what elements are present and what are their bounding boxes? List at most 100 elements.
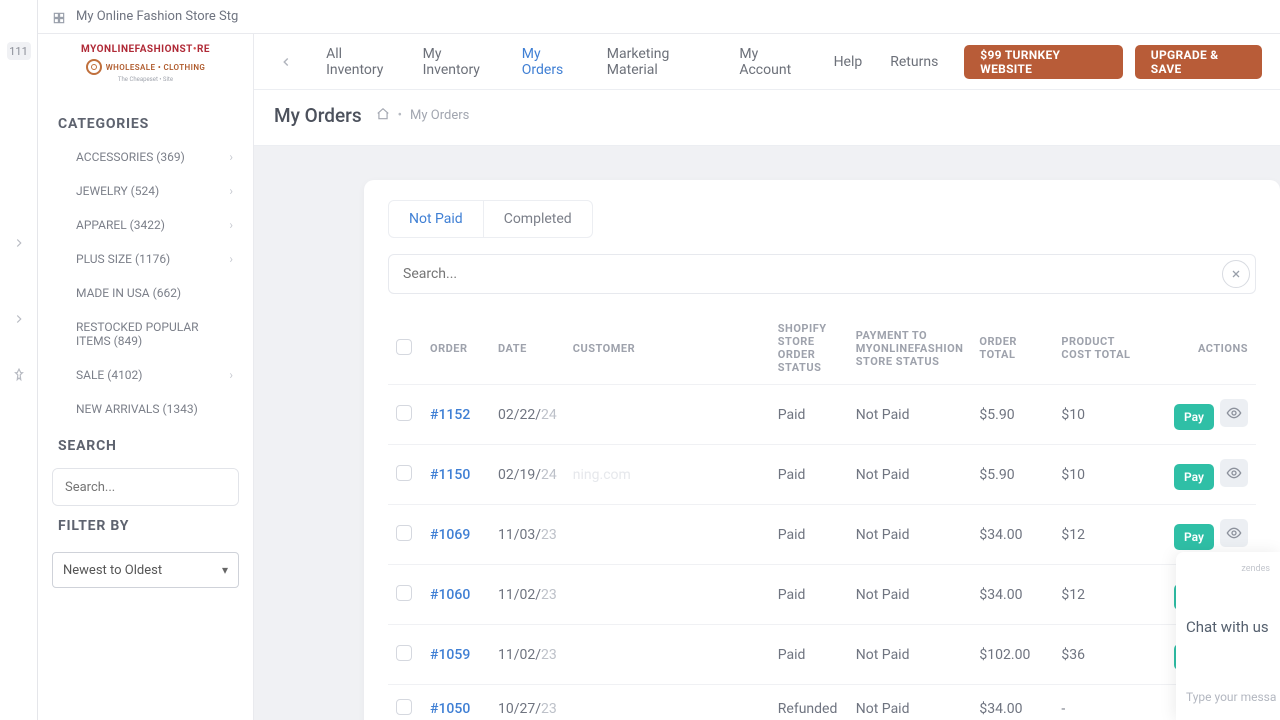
payment-status: Not Paid (848, 685, 972, 720)
payment-status: Not Paid (848, 445, 972, 505)
shopify-status: Paid (770, 445, 848, 505)
row-checkbox[interactable] (396, 699, 412, 715)
row-checkbox[interactable] (396, 525, 412, 541)
payment-status: Not Paid (848, 505, 972, 565)
category-label: NEW ARRIVALS (1343) (76, 402, 198, 416)
order-link[interactable]: #1152 (430, 407, 470, 423)
logo-subtext: WHOLESALE • CLOTHING (106, 63, 206, 72)
logo: MYONLINEFASHIONST•RE WHOLESALE • CLOTHIN… (54, 44, 237, 94)
rail-badge: 111 (7, 42, 31, 60)
chat-input-placeholder[interactable]: Type your messa (1186, 690, 1270, 704)
category-item[interactable]: ACCESSORIES (369)› (38, 140, 253, 174)
chevron-down-icon: ▾ (222, 563, 228, 577)
category-item[interactable]: APPAREL (3422) › (38, 208, 253, 242)
category-item[interactable]: PLUS SIZE (1176)› (38, 242, 253, 276)
chat-widget[interactable]: zendes Chat with us Type your messa (1176, 552, 1280, 720)
upgrade-button[interactable]: UPGRADE & SAVE (1135, 45, 1262, 79)
category-item[interactable]: NEW ARRIVALS (1343) (38, 392, 253, 426)
category-label: APPAREL (3422) (76, 218, 165, 232)
product-cost: $10 (1053, 445, 1145, 505)
nav-item[interactable]: All Inventory (312, 34, 409, 90)
order-link[interactable]: #1059 (430, 647, 470, 663)
page-title: My Orders (274, 104, 362, 127)
order-link[interactable]: #1150 (430, 467, 470, 483)
category-label: MADE IN USA (662) (76, 286, 181, 300)
view-button[interactable] (1220, 519, 1248, 547)
logo-mark (86, 59, 102, 75)
order-link[interactable]: #1050 (430, 701, 470, 717)
micro-rail: 111 (0, 0, 38, 720)
pay-button[interactable]: Pay (1174, 404, 1214, 430)
nav-item[interactable]: My Inventory (409, 34, 508, 90)
tabs: Not PaidCompleted (388, 200, 593, 238)
orders-panel: Not PaidCompleted ORDER DATE (364, 180, 1280, 720)
header-date: DATE (490, 312, 565, 385)
pin-icon[interactable] (12, 368, 26, 382)
order-link[interactable]: #1069 (430, 527, 470, 543)
turnkey-button[interactable]: $99 TURNKEY WEBSITE (964, 45, 1122, 79)
payment-status: Not Paid (848, 625, 972, 685)
clear-search-button[interactable] (1222, 260, 1250, 288)
home-icon[interactable] (376, 107, 390, 125)
nav-item[interactable]: My Account (725, 34, 819, 90)
view-button[interactable] (1220, 459, 1248, 487)
category-label: RESTOCKED POPULAR ITEMS (849) (76, 320, 233, 348)
logo-text: RE (197, 44, 210, 55)
payment-status: Not Paid (848, 565, 972, 625)
chevron-right-icon[interactable] (12, 312, 26, 326)
app-icon (52, 10, 66, 24)
product-cost: $12 (1053, 505, 1145, 565)
chat-title: Chat with us (1186, 618, 1270, 636)
category-item[interactable]: JEWELRY (524)› (38, 174, 253, 208)
category-item[interactable]: SALE (4102)› (38, 358, 253, 392)
row-checkbox[interactable] (396, 465, 412, 481)
table-row: #115202/22/24PaidNot Paid$5.90$10Pay (388, 385, 1256, 445)
chevron-right-icon: › (229, 218, 233, 232)
panel-search-input[interactable] (388, 254, 1256, 294)
order-total: $102.00 (971, 625, 1053, 685)
nav-item[interactable]: My Orders (508, 34, 593, 90)
sidebar: MYONLINEFASHIONST•RE WHOLESALE • CLOTHIN… (38, 34, 254, 720)
order-total: $34.00 (971, 505, 1053, 565)
nav-item[interactable]: Marketing Material (593, 34, 726, 90)
actions-cell: Pay (1145, 445, 1256, 505)
logo-tagline: The Cheapeset • Site (54, 76, 237, 83)
header-customer: CUSTOMER (565, 312, 770, 385)
shopify-status: Paid (770, 505, 848, 565)
sidebar-search-input[interactable] (53, 469, 239, 505)
collapse-sidebar-button[interactable] (272, 47, 300, 77)
app-title: My Online Fashion Store Stg (76, 9, 238, 24)
chevron-right-icon[interactable] (12, 236, 26, 250)
date-cell: 11/03/23 (490, 505, 565, 565)
customer-cell (565, 685, 770, 720)
table-row: #106011/02/23PaidNot Paid$34.00$12Pay (388, 565, 1256, 625)
nav-item[interactable]: Returns (876, 34, 952, 90)
date-cell: 02/19/24 (490, 445, 565, 505)
date-cell: 02/22/24 (490, 385, 565, 445)
row-checkbox[interactable] (396, 645, 412, 661)
category-label: JEWELRY (524) (76, 184, 159, 198)
category-item[interactable]: MADE IN USA (662) (38, 276, 253, 310)
header-payment: PAYMENT TO MYONLINEFASHION STORE STATUS (848, 312, 972, 385)
table-row: #105010/27/23RefundedNot Paid$34.00- (388, 685, 1256, 720)
select-all-checkbox[interactable] (396, 339, 412, 355)
order-link[interactable]: #1060 (430, 587, 470, 603)
row-checkbox[interactable] (396, 405, 412, 421)
view-button[interactable] (1220, 399, 1248, 427)
header-total: ORDER TOTAL (971, 312, 1053, 385)
product-cost: $10 (1053, 385, 1145, 445)
nav-item[interactable]: Help (820, 34, 877, 90)
shopify-status: Refunded (770, 685, 848, 720)
tab[interactable]: Completed (484, 201, 592, 237)
filter-select[interactable]: Newest to Oldest ▾ (52, 552, 239, 588)
category-item[interactable]: RESTOCKED POPULAR ITEMS (849) (38, 310, 253, 358)
shopify-status: Paid (770, 565, 848, 625)
product-cost: - (1053, 685, 1145, 720)
breadcrumb: My Orders • My Orders (254, 90, 1280, 146)
pay-button[interactable]: Pay (1174, 464, 1214, 490)
breadcrumb-current: My Orders (410, 108, 469, 123)
date-cell: 11/02/23 (490, 625, 565, 685)
tab[interactable]: Not Paid (389, 201, 484, 237)
row-checkbox[interactable] (396, 585, 412, 601)
pay-button[interactable]: Pay (1174, 524, 1214, 550)
